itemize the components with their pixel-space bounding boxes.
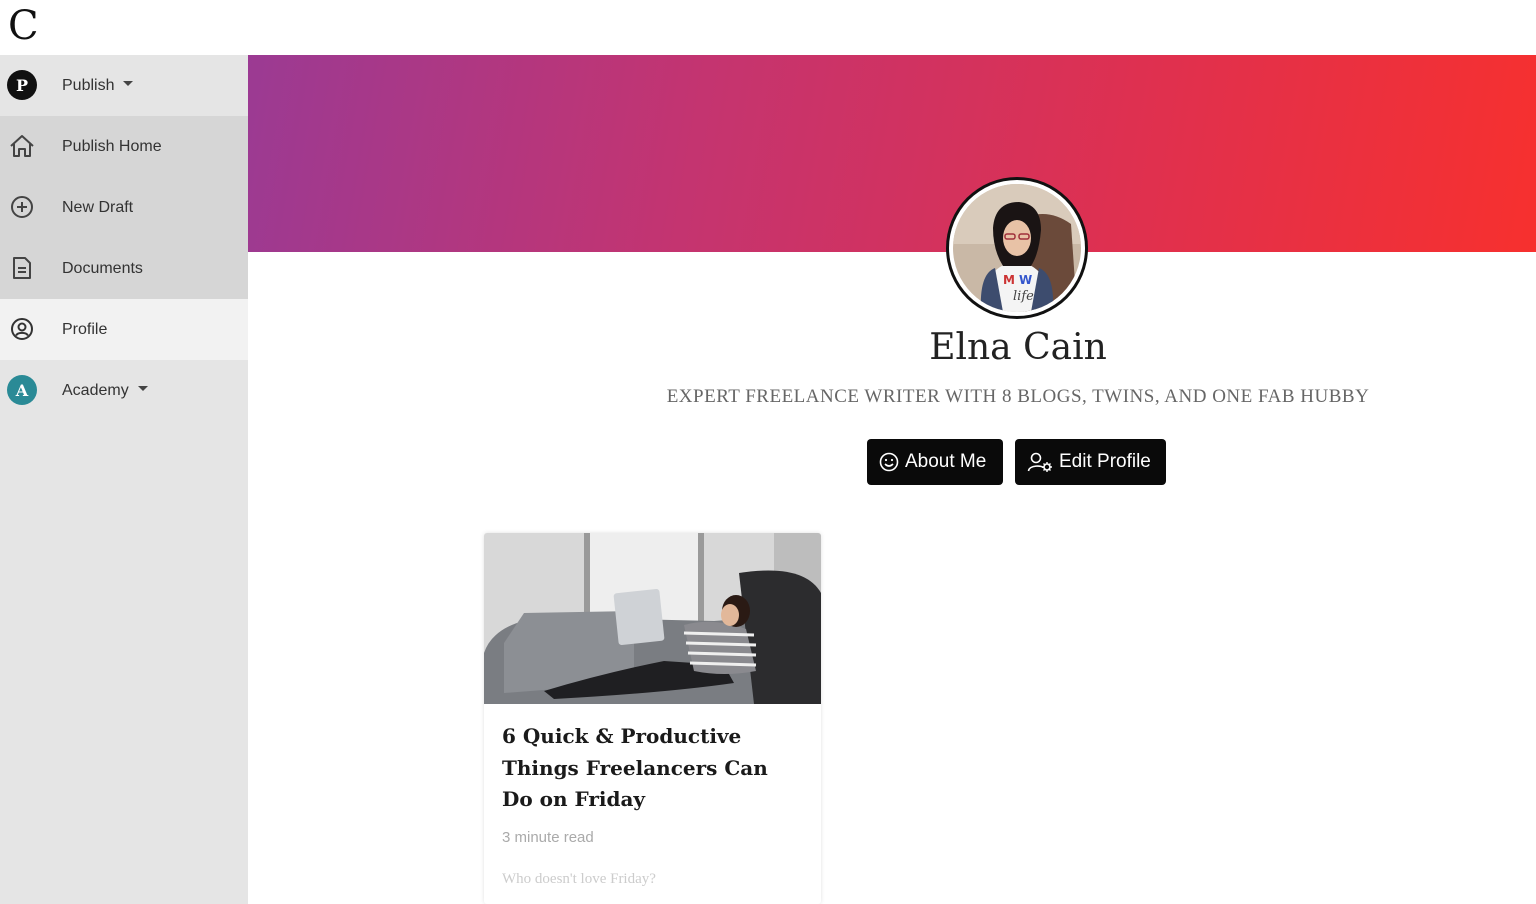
sidebar-item-label: Documents xyxy=(62,260,143,277)
sidebar-item-publish-home[interactable]: Publish Home xyxy=(0,116,248,177)
post-title[interactable]: 6 Quick & Productive Things Freelancers … xyxy=(502,721,802,816)
edit-profile-label: Edit Profile xyxy=(1059,451,1151,472)
post-card[interactable]: 6 Quick & Productive Things Freelancers … xyxy=(484,533,821,904)
app-logo[interactable]: C xyxy=(8,2,39,50)
plus-circle-icon xyxy=(7,192,37,222)
publish-badge-icon: P xyxy=(7,70,37,100)
svg-text:life: life xyxy=(1013,289,1034,304)
chevron-down-icon xyxy=(137,386,148,392)
user-settings-icon xyxy=(1027,451,1053,473)
smile-icon xyxy=(879,452,899,472)
profile-tagline: EXPERT FREELANCE WRITER WITH 8 BLOGS, TW… xyxy=(666,386,1370,407)
profile-name: Elna Cain xyxy=(929,327,1107,368)
post-excerpt: Who doesn't love Friday? xyxy=(502,871,656,887)
sidebar-item-profile[interactable]: Profile xyxy=(0,299,248,360)
academy-badge-icon: A xyxy=(7,375,37,405)
sidebar-item-label: New Draft xyxy=(62,199,134,216)
top-bar: C xyxy=(0,0,1536,55)
edit-profile-button[interactable]: Edit Profile xyxy=(1015,439,1166,485)
post-read-time: 3 minute read xyxy=(502,829,594,846)
sidebar-item-label: Publish xyxy=(62,77,115,94)
home-icon xyxy=(7,131,37,161)
sidebar-item-documents[interactable]: Documents xyxy=(0,238,248,299)
avatar: M W life xyxy=(946,177,1088,319)
chevron-down-icon xyxy=(123,81,134,87)
sidebar-item-new-draft[interactable]: New Draft xyxy=(0,177,248,238)
post-cover-image xyxy=(484,533,821,704)
document-icon xyxy=(7,253,37,283)
about-me-label: About Me xyxy=(905,451,987,472)
sidebar-item-label: Academy xyxy=(62,382,129,399)
sidebar-item-label: Profile xyxy=(62,321,108,338)
user-circle-icon xyxy=(7,314,37,344)
sidebar: P Publish Publish Home New Draft Documen… xyxy=(0,55,248,904)
sidebar-item-publish[interactable]: P Publish xyxy=(0,55,248,116)
svg-text:M: M xyxy=(1003,273,1015,287)
sidebar-item-academy[interactable]: A Academy xyxy=(0,360,248,421)
about-me-button[interactable]: About Me xyxy=(867,439,1003,485)
svg-text:W: W xyxy=(1019,273,1032,287)
profile-banner xyxy=(248,55,1536,252)
sidebar-item-label: Publish Home xyxy=(62,138,162,155)
